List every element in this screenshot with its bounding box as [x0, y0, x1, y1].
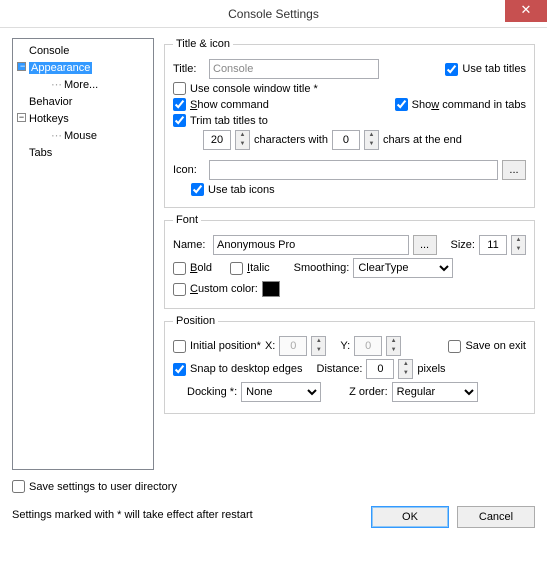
distance-label: Distance: [317, 363, 363, 375]
custom-color-checkbox[interactable] [173, 283, 186, 296]
font-name-input[interactable] [213, 235, 409, 255]
distance-spinner[interactable]: ▲▼ [398, 359, 413, 379]
distance-input[interactable] [366, 359, 394, 379]
trim-chars-spinner[interactable]: ▲▼ [235, 130, 250, 150]
icon-input [209, 160, 498, 180]
title-input[interactable] [209, 59, 379, 79]
chars-with-label: characters with [254, 134, 328, 146]
close-icon[interactable]: ✕ [505, 0, 547, 22]
use-tab-icons-label: Use tab icons [208, 184, 275, 196]
font-size-label: Size: [451, 239, 475, 251]
italic-checkbox[interactable] [230, 262, 243, 275]
initial-position-checkbox[interactable] [173, 340, 186, 353]
end-chars-spinner[interactable]: ▲▼ [364, 130, 379, 150]
snap-label: Snap to desktop edges [190, 363, 303, 375]
italic-label: Italic [247, 262, 270, 274]
use-console-window-checkbox[interactable] [173, 82, 186, 95]
settings-tree[interactable]: Console−AppearanceMore...Behavior−Hotkey… [12, 38, 154, 470]
zorder-select[interactable]: Regular [392, 382, 478, 402]
show-command-tabs-checkbox[interactable] [395, 98, 408, 111]
group-position: Position Initial position* X: ▲▼ Y: ▲▼ S… [164, 315, 535, 414]
x-input [279, 336, 307, 356]
save-to-user-dir-label: Save settings to user directory [29, 481, 177, 493]
y-label: Y: [340, 340, 350, 352]
save-on-exit-label: Save on exit [465, 340, 526, 352]
show-command-label: Show command [190, 99, 269, 111]
docking-select[interactable]: None [241, 382, 321, 402]
font-size-spinner[interactable]: ▲▼ [511, 235, 526, 255]
save-to-user-dir-checkbox[interactable] [12, 480, 25, 493]
icon-label: Icon: [173, 164, 205, 176]
save-on-exit-checkbox[interactable] [448, 340, 461, 353]
initial-position-label: Initial position* [190, 340, 261, 352]
icon-browse-button[interactable]: ... [502, 160, 526, 180]
tree-item-hotkeys[interactable]: −Hotkeys [15, 111, 151, 128]
legend-font: Font [173, 214, 201, 226]
x-label: X: [265, 340, 275, 352]
title-label: Title: [173, 63, 205, 75]
custom-color-label: Custom color: [190, 283, 258, 295]
docking-label: Docking *: [187, 386, 237, 398]
y-input [354, 336, 382, 356]
use-tab-titles-label: Use tab titles [462, 63, 526, 75]
use-tab-icons-checkbox[interactable] [191, 183, 204, 196]
pixels-label: pixels [417, 363, 445, 375]
smoothing-select[interactable]: ClearType [353, 258, 453, 278]
tree-item-console[interactable]: Console [15, 43, 151, 60]
trim-tab-checkbox[interactable] [173, 114, 186, 127]
font-browse-button[interactable]: ... [413, 235, 437, 255]
end-chars-input[interactable] [332, 130, 360, 150]
smoothing-label: Smoothing: [294, 262, 350, 274]
group-font: Font Name: ... Size: ▲▼ Bold Italic Smoo… [164, 214, 535, 309]
cancel-button[interactable]: Cancel [457, 506, 535, 528]
snap-checkbox[interactable] [173, 363, 186, 376]
group-title-icon: Title & icon Title: Use tab titles Use c… [164, 38, 535, 208]
titlebar: Console Settings ✕ [0, 0, 547, 28]
use-console-window-label: Use console window title * [190, 83, 318, 95]
tree-toggle-icon[interactable]: − [17, 113, 26, 122]
restart-note: Settings marked with * will take effect … [12, 509, 253, 521]
zorder-label: Z order: [349, 386, 388, 398]
font-name-label: Name: [173, 239, 209, 251]
legend-title-icon: Title & icon [173, 38, 233, 50]
window-title: Console Settings [228, 7, 319, 21]
use-tab-titles-checkbox[interactable] [445, 63, 458, 76]
tree-item-appearance[interactable]: −Appearance [15, 60, 151, 77]
show-command-checkbox[interactable] [173, 98, 186, 111]
font-size-input[interactable] [479, 235, 507, 255]
trim-chars-input[interactable] [203, 130, 231, 150]
color-swatch[interactable] [262, 281, 280, 297]
tree-item-more[interactable]: More... [15, 77, 151, 94]
tree-item-mouse[interactable]: Mouse [15, 128, 151, 145]
tree-item-behavior[interactable]: Behavior [15, 94, 151, 111]
trim-tab-label: Trim tab titles to [190, 115, 268, 127]
bold-label: Bold [190, 262, 212, 274]
show-command-tabs-label: Show command in tabs [412, 99, 526, 111]
ok-button[interactable]: OK [371, 506, 449, 528]
bold-checkbox[interactable] [173, 262, 186, 275]
chars-end-label: chars at the end [383, 134, 462, 146]
y-spinner: ▲▼ [386, 336, 401, 356]
tree-item-tabs[interactable]: Tabs [15, 145, 151, 162]
legend-position: Position [173, 315, 218, 327]
tree-toggle-icon[interactable]: − [17, 62, 26, 71]
x-spinner: ▲▼ [311, 336, 326, 356]
